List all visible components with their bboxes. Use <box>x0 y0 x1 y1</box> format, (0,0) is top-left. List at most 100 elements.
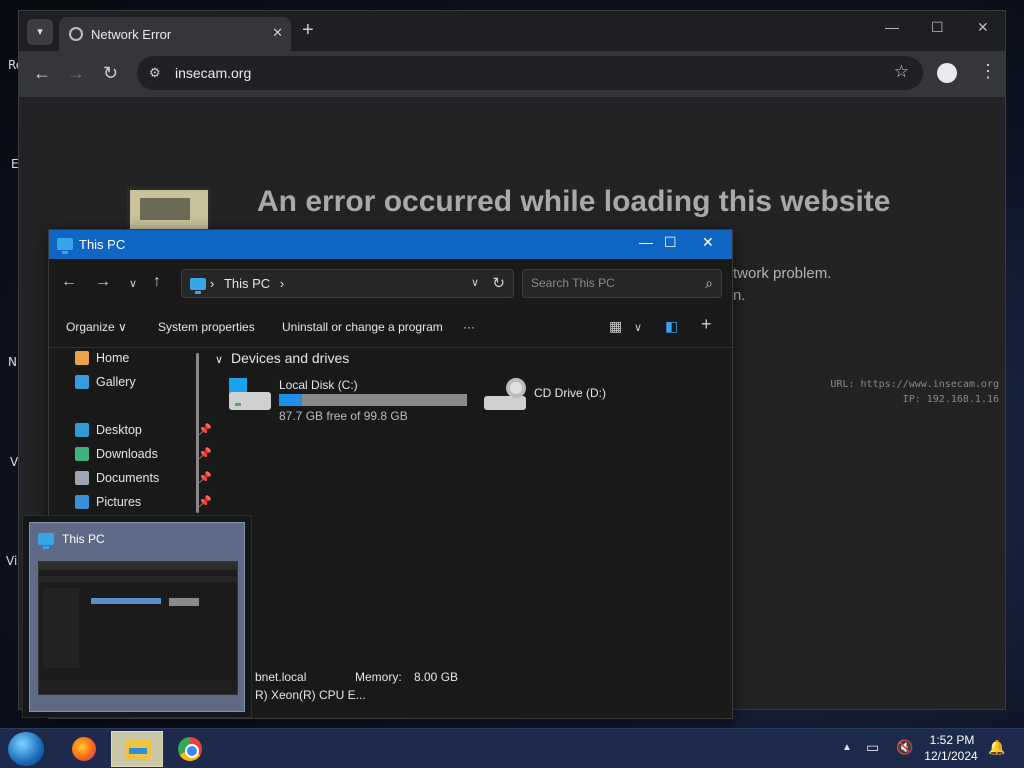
drive-usage-fill <box>279 394 302 406</box>
breadcrumb-this-pc[interactable]: This PC <box>224 276 270 291</box>
cd-drive-icon <box>484 378 526 414</box>
explorer-address-row: ← → ∨ ↑ › This PC › ∨ ↻ Search This PC ⌕ <box>49 259 732 308</box>
tab-title: Network Error <box>91 27 172 42</box>
profile-avatar-icon[interactable] <box>937 63 957 83</box>
taskbar-thumbnail-preview[interactable]: This PC <box>22 515 252 718</box>
view-dropdown-chevron-icon[interactable]: ∨ <box>634 321 642 334</box>
explorer-title-bar[interactable]: This PC — ☐ ✕ <box>49 230 732 259</box>
taskbar: ▲ ▭ 🔇 1:52 PM 12/1/2024 🔔 <box>0 728 1024 768</box>
breadcrumb-chevron[interactable]: › <box>210 276 214 291</box>
ip-label: IP: 192.168.1.16 <box>902 394 999 405</box>
thumbnail-frame[interactable]: This PC <box>29 522 245 712</box>
bookmark-star-icon[interactable]: ☆ <box>894 62 909 82</box>
window-close-icon[interactable]: ✕ <box>977 19 989 36</box>
nav-item-home[interactable]: Home <box>73 348 213 370</box>
organize-button[interactable]: Organize ∨ <box>66 320 127 334</box>
command-bar: Organize ∨ System properties Uninstall o… <box>49 308 732 348</box>
taskbar-chrome-button[interactable] <box>164 731 216 767</box>
more-options-button[interactable]: ··· <box>463 320 475 334</box>
taskbar-file-explorer-button[interactable] <box>111 731 163 767</box>
chrome-icon <box>178 737 202 761</box>
maximize-icon[interactable]: ☐ <box>931 19 944 36</box>
globe-icon <box>69 27 83 41</box>
nav-scrollbar[interactable] <box>196 353 199 513</box>
show-hidden-icons-chevron[interactable]: ▲ <box>842 742 852 753</box>
details-pane-icon[interactable]: ◧ <box>665 318 678 335</box>
thumbnail-window-preview[interactable] <box>38 561 238 695</box>
desktop-icon-label[interactable]: V <box>10 455 18 469</box>
url-text[interactable]: insecam.org <box>175 65 251 81</box>
nav-label: Downloads <box>96 447 158 461</box>
processor-value: R) Xeon(R) CPU E... <box>255 688 366 702</box>
maximize-icon[interactable]: ☐ <box>664 234 677 251</box>
new-tab-button[interactable]: + <box>302 19 314 42</box>
system-properties-button[interactable]: System properties <box>158 320 255 334</box>
address-dropdown-icon[interactable]: ∨ <box>471 276 479 289</box>
taskbar-firefox-button[interactable] <box>58 731 110 767</box>
nav-label: Documents <box>96 471 160 485</box>
this-pc-icon <box>57 238 73 254</box>
menu-kebab-icon[interactable]: ⋮ <box>979 61 997 82</box>
desktop-icon-label[interactable]: N <box>8 355 17 369</box>
drive-item-d[interactable]: CD Drive (D:) <box>484 378 664 426</box>
nav-label: Gallery <box>96 375 136 389</box>
forward-arrow-icon[interactable]: → <box>67 63 85 84</box>
refresh-icon[interactable]: ↻ <box>492 274 505 292</box>
download-icon <box>75 447 89 461</box>
nav-item-pictures[interactable]: Pictures 📌 <box>73 492 213 514</box>
drive-item-c[interactable]: Local Disk (C:) 87.7 GB free of 99.8 GB <box>229 378 479 426</box>
document-icon <box>75 471 89 485</box>
reload-icon[interactable]: ↻ <box>103 63 118 84</box>
nav-item-downloads[interactable]: Downloads 📌 <box>73 444 213 466</box>
forward-arrow-icon[interactable]: → <box>95 273 111 291</box>
memory-label: Memory: <box>355 670 402 684</box>
start-button[interactable] <box>8 732 44 766</box>
minimize-icon[interactable]: — <box>639 234 653 250</box>
collapse-chevron-icon[interactable]: ∨ <box>215 354 223 366</box>
nav-item-gallery[interactable]: Gallery <box>73 372 213 394</box>
add-icon[interactable]: + <box>701 314 712 335</box>
gallery-icon <box>75 375 89 389</box>
breadcrumb-chevron[interactable]: › <box>280 276 284 291</box>
nav-item-desktop[interactable]: Desktop 📌 <box>73 420 213 442</box>
recent-locations-chevron-icon[interactable]: ∨ <box>129 277 137 290</box>
error-text-line: n. <box>733 287 746 304</box>
tab-search-dropdown-button[interactable]: ▾ <box>27 19 53 45</box>
search-icon[interactable]: ⌕ <box>705 275 713 292</box>
back-arrow-icon[interactable]: ← <box>33 63 51 84</box>
file-explorer-icon <box>125 740 151 760</box>
close-tab-icon[interactable]: ✕ <box>272 25 283 41</box>
error-url-info: URL: https://www.insecam.org IP: 192.168… <box>830 377 999 407</box>
view-layout-icon[interactable]: ▦ <box>609 318 622 335</box>
notification-bell-icon[interactable]: 🔔 <box>988 739 1005 756</box>
clock-date[interactable]: 12/1/2024 <box>920 749 982 763</box>
nav-item-documents[interactable]: Documents 📌 <box>73 468 213 490</box>
content-pane: ∨ Devices and drives Local Disk (C:) 87.… <box>209 348 729 708</box>
domain-value: bnet.local <box>255 670 307 684</box>
window-close-icon[interactable]: ✕ <box>702 234 714 251</box>
uninstall-program-button[interactable]: Uninstall or change a program <box>282 320 443 334</box>
error-text-line: twork problem. <box>733 265 832 282</box>
home-icon <box>75 351 89 365</box>
network-icon[interactable]: ▭ <box>866 739 879 756</box>
pictures-icon <box>75 495 89 509</box>
address-path[interactable]: › This PC › <box>210 276 284 291</box>
up-arrow-icon[interactable]: ↑ <box>153 273 161 291</box>
site-info-icon[interactable]: ⚙ <box>149 65 163 80</box>
section-header[interactable]: ∨ Devices and drives <box>215 350 349 366</box>
volume-muted-icon[interactable]: 🔇 <box>896 739 913 756</box>
nav-label: Home <box>96 351 130 365</box>
back-arrow-icon[interactable]: ← <box>61 273 77 291</box>
drive-usage-bar <box>279 394 467 406</box>
drive-name: Local Disk (C:) <box>279 378 358 392</box>
explorer-address-bar[interactable]: › This PC › ∨ ↻ <box>181 269 514 298</box>
window-title: This PC <box>79 237 126 252</box>
section-title: Devices and drives <box>230 350 350 366</box>
clock-time[interactable]: 1:52 PM <box>926 733 978 747</box>
memory-value: 8.00 GB <box>414 670 459 684</box>
address-bar[interactable]: ⚙ insecam.org ☆ <box>137 56 923 90</box>
tab-network-error[interactable]: Network Error ✕ <box>59 17 291 51</box>
drive-free-space: 87.7 GB free of 99.8 GB <box>279 409 408 423</box>
minimize-icon[interactable]: — <box>885 19 899 35</box>
search-input[interactable]: Search This PC ⌕ <box>522 269 722 298</box>
